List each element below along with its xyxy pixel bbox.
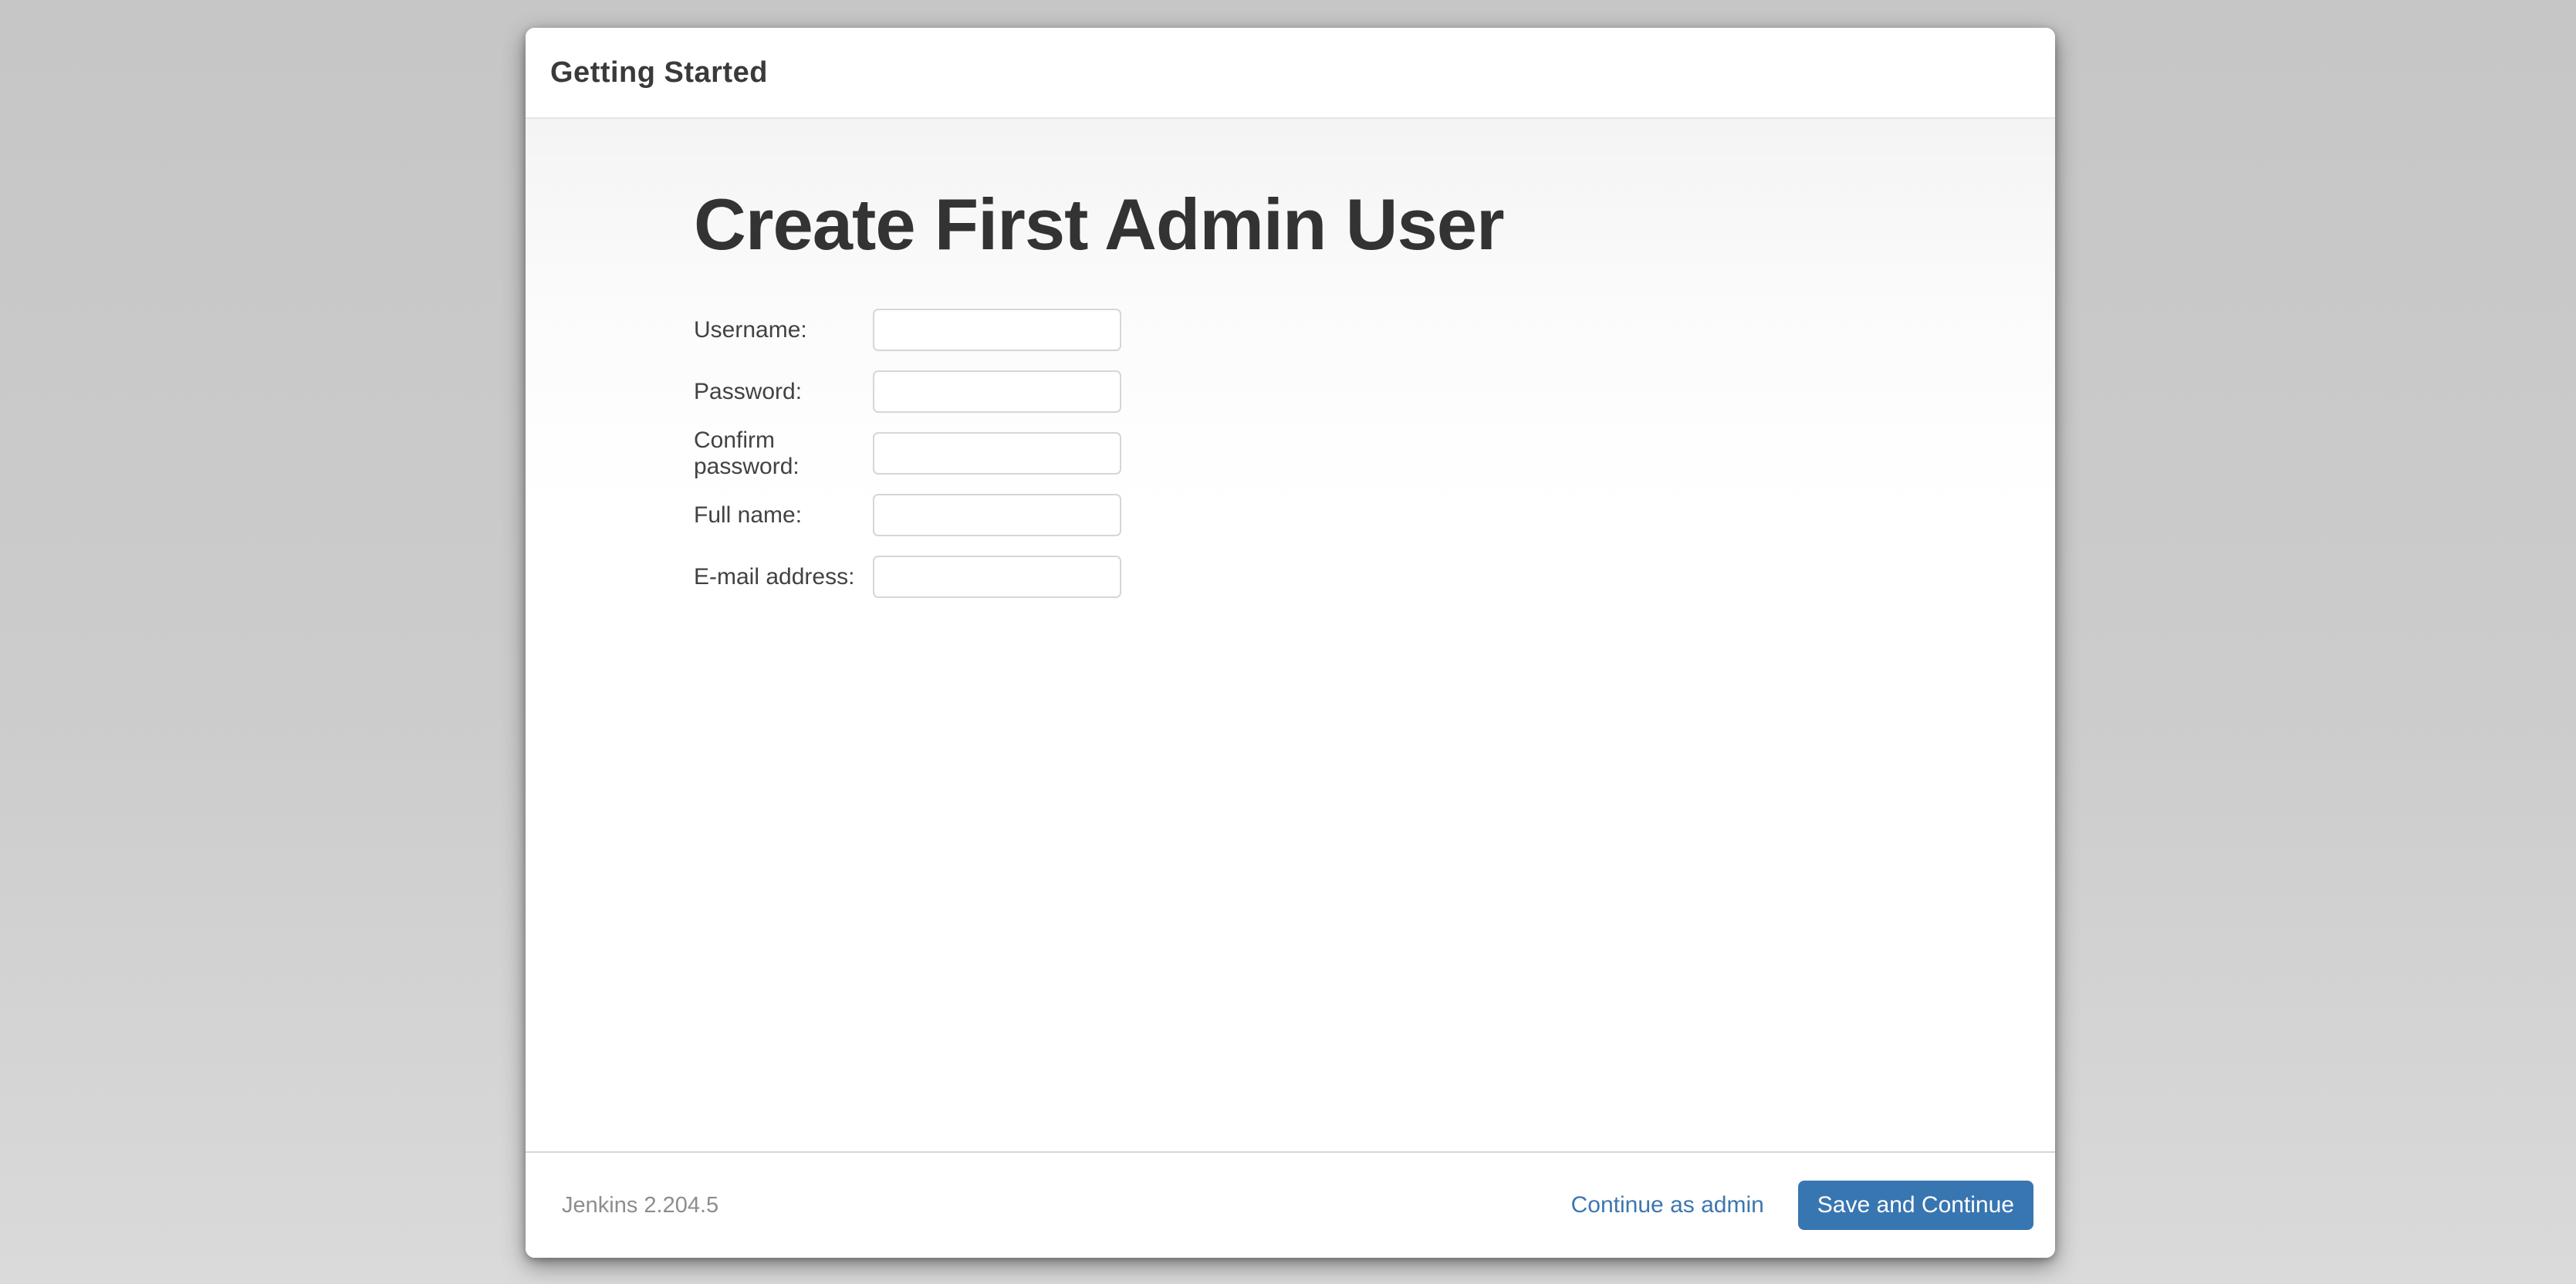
form-row-email: E-mail address: [694,556,2055,598]
dialog-title: Getting Started [550,56,768,90]
email-label: E-mail address: [694,564,873,590]
jenkins-version-text: Jenkins 2.204.5 [562,1193,718,1218]
save-and-continue-button[interactable]: Save and Continue [1798,1181,2033,1230]
dialog-header: Getting Started [526,28,2055,119]
form-row-password: Password: [694,370,2055,413]
password-input[interactable] [873,370,1121,413]
page-title: Create First Admin User [694,184,2055,264]
username-label: Username: [694,317,873,343]
form-row-full-name: Full name: [694,494,2055,536]
dialog-footer: Jenkins 2.204.5 Continue as admin Save a… [526,1151,2055,1258]
dialog-body: Create First Admin User Username: Passwo… [526,119,2055,1151]
confirm-password-input[interactable] [873,432,1121,475]
continue-as-admin-link[interactable]: Continue as admin [1571,1192,1764,1218]
email-input[interactable] [873,556,1121,598]
password-label: Password: [694,379,873,405]
form-row-confirm-password: Confirm password: [694,432,2055,475]
create-admin-form: Username: Password: Confirm password: Fu… [694,309,2055,598]
full-name-label: Full name: [694,502,873,529]
username-input[interactable] [873,309,1121,351]
full-name-input[interactable] [873,494,1121,536]
form-row-username: Username: [694,309,2055,351]
page-background: { "window": { "title": "Getting Started"… [0,0,2576,1284]
confirm-password-label: Confirm password: [694,427,873,480]
setup-wizard-dialog: Getting Started Create First Admin User … [526,28,2055,1258]
